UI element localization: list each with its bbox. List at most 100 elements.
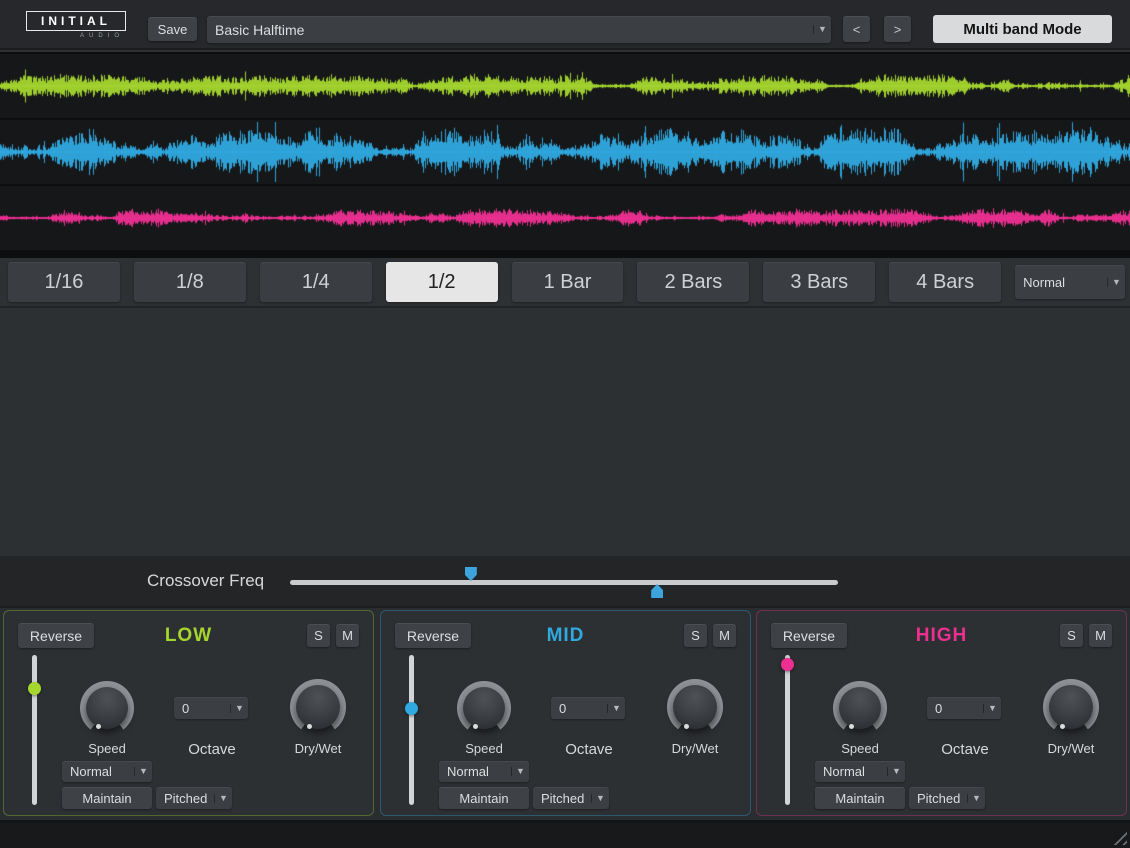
speed-label: Speed: [820, 741, 900, 756]
pitch-mode-value: Pitched: [156, 791, 214, 806]
pitch-mode-dropdown[interactable]: Pitched ▼: [909, 787, 985, 809]
preset-value: Basic Halftime: [207, 22, 813, 38]
chevron-down-icon: ▼: [983, 704, 1001, 713]
maintain-button[interactable]: Maintain: [815, 787, 905, 809]
playback-mode-value: Normal: [439, 764, 511, 779]
band-level-slider-handle[interactable]: [28, 682, 41, 695]
pitch-mode-dropdown[interactable]: Pitched ▼: [533, 787, 609, 809]
reverse-button[interactable]: Reverse: [771, 623, 847, 648]
bottom-bar: [0, 820, 1130, 848]
preset-next-button[interactable]: >: [884, 16, 911, 42]
pitch-mode-dropdown[interactable]: Pitched ▼: [156, 787, 232, 809]
preset-prev-button[interactable]: <: [843, 16, 870, 42]
band-drywet-knob[interactable]: [1043, 679, 1099, 735]
top-bar: INITIAL AUDIO Save Basic Halftime ▼ < > …: [0, 0, 1130, 50]
speed-knob[interactable]: [457, 681, 511, 735]
logo-audio-text: AUDIO: [26, 33, 126, 39]
octave-label: Octave: [925, 741, 1005, 758]
maintain-button[interactable]: Maintain: [62, 787, 152, 809]
knob-body: [86, 687, 128, 729]
knob-body: [1049, 685, 1093, 729]
multi-band-mode-button[interactable]: Multi band Mode: [933, 15, 1112, 43]
playback-mode-value: Normal: [815, 764, 887, 779]
speed-knob[interactable]: [80, 681, 134, 735]
playback-mode-value: Normal: [62, 764, 134, 779]
chevron-down-icon: ▼: [511, 767, 529, 776]
knob-indicator-dot: [1060, 724, 1065, 729]
octave-label: Octave: [172, 741, 252, 758]
octave-value: 0: [551, 701, 607, 716]
chevron-down-icon: ▼: [134, 767, 152, 776]
division-button-1-4[interactable]: 1/4: [260, 262, 372, 302]
division-button-2-bars[interactable]: 2 Bars: [637, 262, 749, 302]
division-button-1-16[interactable]: 1/16: [8, 262, 120, 302]
mute-button[interactable]: M: [1089, 624, 1112, 647]
solo-button[interactable]: S: [1060, 624, 1083, 647]
band-level-slider[interactable]: [26, 655, 42, 805]
mute-button[interactable]: M: [336, 624, 359, 647]
octave-label: Octave: [549, 741, 629, 758]
slider-track: [785, 655, 790, 805]
band-level-slider-handle[interactable]: [405, 702, 418, 715]
division-button-1-bar[interactable]: 1 Bar: [512, 262, 624, 302]
knob-body: [296, 685, 340, 729]
solo-button[interactable]: S: [307, 624, 330, 647]
pitch-mode-value: Pitched: [533, 791, 591, 806]
crossover-handle-low-mid[interactable]: [465, 567, 477, 581]
band-section: Reverse LOW S M Speed 0 ▼ Octave Dry/W: [0, 608, 1130, 820]
band-drywet-knob[interactable]: [667, 679, 723, 735]
reverse-button[interactable]: Reverse: [395, 623, 471, 648]
slowmo2-plugin-window: INITIAL AUDIO Save Basic Halftime ▼ < > …: [0, 0, 1130, 848]
chevron-down-icon: ▼: [214, 794, 232, 803]
band-drywet-knob[interactable]: [290, 679, 346, 735]
waveform-display: [0, 52, 1130, 258]
waveform-high: [0, 186, 1130, 250]
band-panel-high: Reverse HIGH S M Speed 0 ▼ Octave Dry/: [756, 610, 1127, 816]
speed-label: Speed: [67, 741, 147, 756]
knob-indicator-dot: [96, 724, 101, 729]
band-level-slider-handle[interactable]: [781, 658, 794, 671]
preset-dropdown[interactable]: Basic Halftime ▼: [207, 16, 831, 43]
playback-mode-dropdown[interactable]: Normal ▼: [62, 761, 152, 782]
mute-button[interactable]: M: [713, 624, 736, 647]
band-level-slider[interactable]: [779, 655, 795, 805]
reverse-button[interactable]: Reverse: [18, 623, 94, 648]
playback-mode-dropdown[interactable]: Normal ▼: [439, 761, 529, 782]
crossover-slider-track[interactable]: [290, 580, 838, 585]
knob-indicator-dot: [473, 724, 478, 729]
band-drywet-label: Dry/Wet: [1031, 741, 1111, 756]
band-level-slider[interactable]: [403, 655, 419, 805]
logo-initial-text: INITIAL: [26, 11, 126, 31]
division-row: 1/16 1/8 1/4 1/2 1 Bar 2 Bars 3 Bars 4 B…: [0, 258, 1130, 308]
chevron-down-icon: ▼: [967, 794, 985, 803]
resize-grip-icon[interactable]: [1109, 827, 1127, 845]
band-panel-mid: Reverse MID S M Speed 0 ▼ Octave Dry/W: [380, 610, 751, 816]
knob-body: [463, 687, 505, 729]
solo-button[interactable]: S: [684, 624, 707, 647]
band-drywet-label: Dry/Wet: [278, 741, 358, 756]
band-drywet-label: Dry/Wet: [655, 741, 735, 756]
crossover-handle-mid-high[interactable]: [651, 584, 663, 598]
division-button-3-bars[interactable]: 3 Bars: [763, 262, 875, 302]
speed-knob[interactable]: [833, 681, 887, 735]
band-panel-low: Reverse LOW S M Speed 0 ▼ Octave Dry/W: [3, 610, 374, 816]
octave-dropdown[interactable]: 0 ▼: [551, 697, 625, 719]
division-button-1-8[interactable]: 1/8: [134, 262, 246, 302]
octave-dropdown[interactable]: 0 ▼: [174, 697, 248, 719]
stretch-mode-dropdown[interactable]: Normal ▼: [1015, 265, 1125, 299]
maintain-button[interactable]: Maintain: [439, 787, 529, 809]
main-panel: Smooth Blend Fast ▼ Fade In SlowMo 2 Fas…: [0, 310, 1130, 556]
slider-track: [409, 655, 414, 805]
octave-dropdown[interactable]: 0 ▼: [927, 697, 1001, 719]
waveform-mid: [0, 120, 1130, 184]
speed-label: Speed: [444, 741, 524, 756]
chevron-down-icon: ▼: [1107, 278, 1125, 287]
save-button[interactable]: Save: [148, 17, 197, 41]
division-button-4-bars[interactable]: 4 Bars: [889, 262, 1001, 302]
division-button-1-2[interactable]: 1/2: [386, 262, 498, 302]
knob-indicator-dot: [849, 724, 854, 729]
octave-value: 0: [174, 701, 230, 716]
playback-mode-dropdown[interactable]: Normal ▼: [815, 761, 905, 782]
initial-audio-logo: INITIAL AUDIO: [26, 11, 126, 39]
chevron-down-icon: ▼: [887, 767, 905, 776]
